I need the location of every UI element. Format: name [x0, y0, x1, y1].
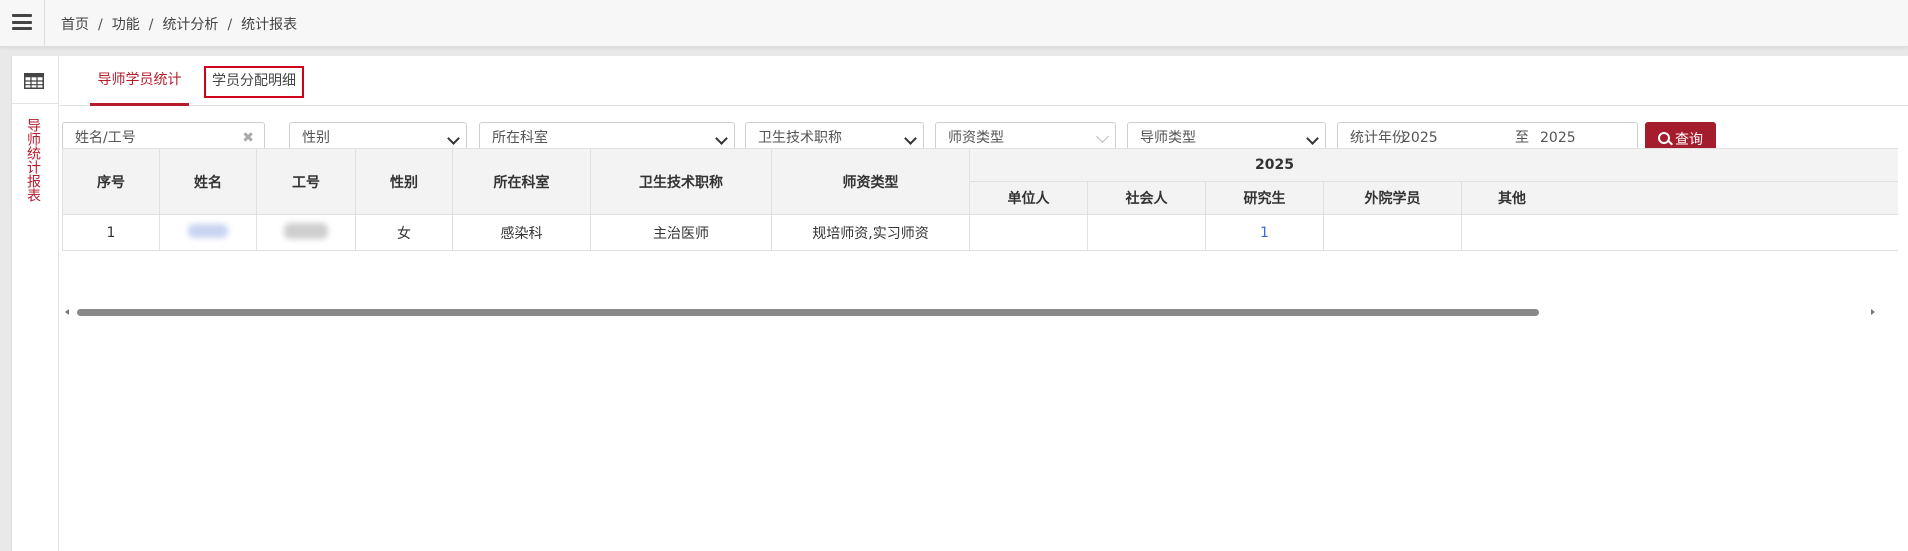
sidebar-divider	[12, 103, 58, 104]
scroll-left-icon[interactable]	[65, 309, 69, 315]
tab-label: 导师学员统计	[97, 72, 182, 88]
cell-unit-staff	[969, 214, 1088, 251]
cell-social-staff	[1087, 214, 1206, 251]
title-select-value: 卫生技术职称	[758, 130, 842, 146]
header-title: 卫生技术职称	[590, 148, 772, 215]
header-gender: 性别	[355, 148, 453, 215]
report-sidebar: 导师统计报表	[12, 56, 59, 551]
chevron-down-icon	[715, 132, 728, 145]
divider	[44, 0, 45, 46]
search-icon	[1658, 132, 1670, 144]
horizontal-scrollbar[interactable]	[62, 306, 1898, 318]
year-range-label: 统计年份	[1350, 130, 1406, 146]
chevron-down-icon	[1306, 132, 1319, 145]
main-panel: 导师统计报表 导师学员统计 学员分配明细 姓名/工号 ✖ 性别 所在科室 卫生技…	[11, 56, 1908, 551]
cell-external-student	[1323, 214, 1462, 251]
cell-department: 感染科	[452, 214, 591, 251]
name-search-placeholder: 姓名/工号	[75, 130, 136, 146]
header-year-group: 2025	[968, 148, 1898, 182]
graduate-count-link[interactable]: 1	[1260, 225, 1269, 241]
breadcrumb-report: 统计报表	[241, 17, 298, 33]
chevron-down-icon	[447, 132, 460, 145]
cell-index: 1	[62, 214, 160, 251]
scrollbar-thumb[interactable]	[77, 309, 1539, 316]
active-tab-indicator	[90, 103, 189, 106]
mentor-type-select-value: 导师类型	[1140, 130, 1196, 146]
tab-student-assignment-detail[interactable]: 学员分配明细	[204, 66, 304, 98]
scroll-right-icon[interactable]	[1871, 309, 1875, 315]
tab-label: 学员分配明细	[212, 73, 296, 89]
header-faculty-type: 师资类型	[771, 148, 970, 215]
chevron-down-icon	[904, 132, 917, 145]
stats-table-container: 序号 姓名 工号 性别 所在科室 卫生技术职称 师资类型 2025 单位人 社会…	[62, 148, 1898, 262]
header-external-student: 外院学员	[1323, 181, 1462, 215]
breadcrumb-analysis[interactable]: 统计分析	[162, 17, 218, 33]
top-bar: 首页 / 功能 / 统计分析 / 统计报表	[0, 0, 1908, 47]
redacted-staff-id	[284, 222, 328, 239]
breadcrumb-home[interactable]: 首页	[61, 17, 89, 33]
gender-select-value: 性别	[302, 130, 330, 146]
tab-mentor-student-stats[interactable]: 导师学员统计	[90, 56, 189, 106]
cell-gender: 女	[355, 214, 453, 251]
header-graduate: 研究生	[1205, 181, 1324, 215]
query-button-label: 查询	[1675, 131, 1703, 147]
breadcrumb: 首页 / 功能 / 统计分析 / 统计报表	[61, 17, 298, 33]
header-staff-id: 工号	[256, 148, 356, 215]
table-icon[interactable]	[24, 73, 44, 89]
cell-other	[1460, 214, 1898, 251]
cell-title: 主治医师	[590, 214, 772, 251]
tab-bar: 导师学员统计 学员分配明细	[59, 56, 1908, 106]
cell-staff-id	[256, 214, 356, 251]
cell-faculty-type: 规培师资,实习师资	[771, 214, 970, 251]
cell-name[interactable]	[159, 214, 257, 251]
header-index: 序号	[62, 148, 160, 215]
department-select-value: 所在科室	[492, 130, 548, 146]
redacted-name[interactable]	[188, 223, 228, 238]
cell-graduate[interactable]: 1	[1205, 214, 1324, 251]
table-row: 1 女 感染科 主治医师 规培师资,实习师资 1	[62, 214, 1898, 251]
header-department: 所在科室	[452, 148, 591, 215]
faculty-type-select-value: 师资类型	[948, 130, 1004, 146]
stats-table: 序号 姓名 工号 性别 所在科室 卫生技术职称 师资类型 2025 单位人 社会…	[62, 148, 1898, 251]
header-other: 其他	[1460, 181, 1898, 215]
sidebar-item-mentor-report[interactable]: 导师统计报表	[25, 118, 43, 202]
breadcrumb-function[interactable]: 功能	[112, 17, 140, 33]
header-social-staff: 社会人	[1087, 181, 1206, 215]
chevron-down-icon	[1096, 130, 1109, 143]
menu-icon[interactable]	[12, 14, 32, 30]
header-unit-staff: 单位人	[969, 181, 1088, 215]
header-name: 姓名	[159, 148, 257, 215]
